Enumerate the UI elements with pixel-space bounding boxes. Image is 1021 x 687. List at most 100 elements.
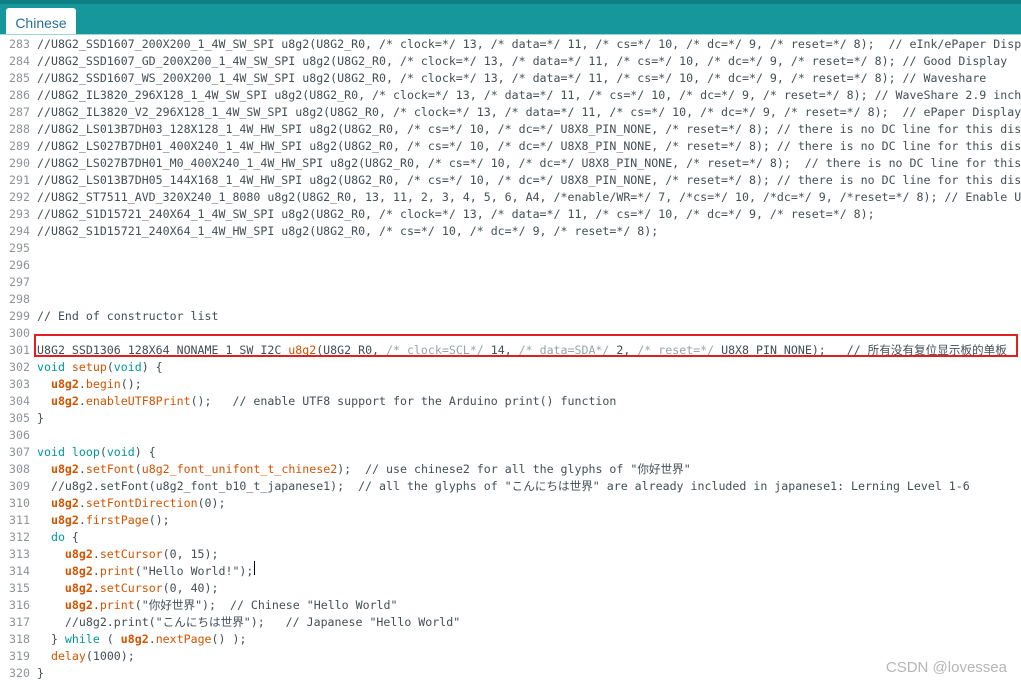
code-line[interactable]: 320} — [0, 665, 1021, 682]
code-token: begin — [85, 377, 121, 391]
code-token: . — [148, 632, 156, 646]
code-line[interactable]: 287 //U8G2_IL3820_V2_296X128_1_4W_SW_SPI … — [0, 104, 1021, 121]
code-line[interactable]: 295 — [0, 240, 1021, 257]
code-text: //U8G2_IL3820_296X128_1_4W_SW_SPI u8g2(U… — [37, 87, 1021, 104]
code-token: u8g2 — [50, 377, 79, 391]
code-token: . — [92, 547, 100, 561]
line-number: 299 — [9, 309, 30, 323]
code-line[interactable]: 319 delay(1000); — [0, 648, 1021, 665]
line-number: 315 — [9, 581, 30, 595]
code-token: u8g2 — [50, 496, 79, 510]
code-line[interactable]: 286 //U8G2_IL3820_296X128_1_4W_SW_SPI u8g… — [0, 87, 1021, 104]
code-line[interactable]: 285 //U8G2_SSD1607_WS_200X200_1_4W_SW_SPI… — [0, 70, 1021, 87]
code-token: ( — [106, 360, 114, 374]
code-line[interactable]: 297 — [0, 274, 1021, 291]
code-text: //U8G2_IL3820_V2_296X128_1_4W_SW_SPI u8g… — [37, 104, 1021, 121]
code-token: u8g2 — [64, 564, 93, 578]
code-line[interactable]: 303 u8g2.begin(); — [0, 376, 1021, 393]
line-number: 292 — [9, 190, 30, 204]
code-token: } — [37, 666, 44, 680]
code-token: nextPage — [155, 632, 212, 646]
line-number: 300 — [9, 326, 30, 340]
line-number: 286 — [9, 88, 30, 102]
code-line[interactable]: 289 //U8G2_LS027B7DH01_400X240_1_4W_HW_SP… — [0, 138, 1021, 155]
line-number: 318 — [9, 632, 30, 646]
code-text: //U8G2_LS013B7DH03_128X128_1_4W_HW_SPI u… — [37, 121, 1021, 138]
watermark: CSDN @lovessea — [885, 659, 1007, 676]
code-editor[interactable]: 283 //U8G2_SSD1607_200X200_1_4W_SW_SPI u8… — [0, 34, 1021, 687]
code-line[interactable]: 312 do { — [0, 529, 1021, 546]
line-number: 297 — [9, 275, 30, 289]
code-token: u8g2 — [50, 462, 79, 476]
code-token: u8g2 — [50, 394, 79, 408]
code-token: //U8G2_LS027B7DH01_400X240_1_4W_HW_SPI u… — [37, 139, 1021, 153]
code-line[interactable]: 316 u8g2.print("你好世界"); // Chinese "Hell… — [0, 597, 1021, 614]
code-line[interactable]: 314 u8g2.print("Hello World!"); — [0, 563, 1021, 580]
code-token: () ); — [211, 632, 247, 646]
code-line[interactable]: 288 //U8G2_LS013B7DH03_128X128_1_4W_HW_SP… — [0, 121, 1021, 138]
code-text: } while ( u8g2.nextPage() ); — [37, 631, 1021, 648]
code-text: //U8G2_LS027B7DH01_400X240_1_4W_HW_SPI u… — [37, 138, 1021, 155]
code-token: (); // enable UTF8 support for the Ardui… — [190, 394, 617, 408]
code-line[interactable]: 290 //U8G2_LS027B7DH01_M0_400X240_1_4W_HW… — [0, 155, 1021, 172]
code-token: . — [78, 513, 86, 527]
code-text: //U8G2_SSD1607_200X200_1_4W_SW_SPI u8g2(… — [37, 36, 1021, 53]
code-line[interactable]: 284 //U8G2_SSD1607_GD_200X200_1_4W_SW_SPI… — [0, 53, 1021, 70]
line-number: 288 — [9, 122, 30, 136]
code-text: void setup(void) { — [37, 359, 1021, 376]
code-text: do { — [37, 529, 1021, 546]
code-token: //U8G2_SSD1607_200X200_1_4W_SW_SPI u8g2(… — [37, 37, 1021, 51]
code-line[interactable]: 294 //U8G2_S1D15721_240X64_1_4W_HW_SPI u8… — [0, 223, 1021, 240]
code-token: u8g2 — [64, 598, 93, 612]
code-line[interactable]: 298 — [0, 291, 1021, 308]
code-line[interactable]: 317 //u8g2.print("こんにちは世界"); // Japanese… — [0, 614, 1021, 631]
code-line[interactable]: 313 u8g2.setCursor(0, 15); — [0, 546, 1021, 563]
code-line[interactable]: 292 //U8G2_ST7511_AVD_320X240_1_8080 u8g2… — [0, 189, 1021, 206]
code-token: setup — [71, 360, 107, 374]
toolbar-edge — [0, 0, 1021, 4]
code-line[interactable]: 306 — [0, 427, 1021, 444]
code-token: ); // use chinese2 for all the glyphs of… — [337, 462, 691, 476]
code-line[interactable]: 311 u8g2.firstPage(); — [0, 512, 1021, 529]
code-line[interactable]: 304 u8g2.enableUTF8Print(); // enable UT… — [0, 393, 1021, 410]
code-line[interactable]: 318 } while ( u8g2.nextPage() ); — [0, 631, 1021, 648]
code-line[interactable]: 310 u8g2.setFontDirection(0); — [0, 495, 1021, 512]
line-number: 316 — [9, 598, 30, 612]
code-line[interactable]: 315 u8g2.setCursor(0, 40); — [0, 580, 1021, 597]
code-token: // End of constructor list — [37, 309, 219, 323]
code-line[interactable]: 293 //U8G2_S1D15721_240X64_1_4W_SW_SPI u8… — [0, 206, 1021, 223]
code-text: //U8G2_SSD1607_WS_200X200_1_4W_SW_SPI u8… — [37, 70, 1021, 87]
code-line[interactable]: 296 — [0, 257, 1021, 274]
code-line[interactable]: 283 //U8G2_SSD1607_200X200_1_4W_SW_SPI u8… — [0, 36, 1021, 53]
code-token: } — [37, 411, 44, 425]
code-text: //U8G2_LS027B7DH01_M0_400X240_1_4W_HW_SP… — [37, 155, 1021, 172]
code-text: u8g2.setFontDirection(0); — [37, 495, 1021, 512]
tab-chinese[interactable]: Chinese — [6, 8, 76, 34]
code-token: //U8G2_S1D15721_240X64_1_4W_HW_SPI u8g2(… — [37, 224, 659, 238]
code-token: . — [78, 462, 86, 476]
code-line[interactable]: 299 // End of constructor list — [0, 308, 1021, 325]
line-number: 308 — [9, 462, 30, 476]
code-token: //U8G2_LS027B7DH01_M0_400X240_1_4W_HW_SP… — [37, 156, 1021, 170]
code-text: } — [37, 665, 1021, 682]
code-token: (0, 40); — [162, 581, 219, 595]
code-line[interactable]: 302 void setup(void) { — [0, 359, 1021, 376]
code-line[interactable]: 291 //U8G2_LS013B7DH05_144X168_1_4W_HW_SP… — [0, 172, 1021, 189]
code-line[interactable]: 308 u8g2.setFont(u8g2_font_unifont_t_chi… — [0, 461, 1021, 478]
code-line[interactable]: 309 //u8g2.setFont(u8g2_font_b10_t_japan… — [0, 478, 1021, 495]
line-number: 287 — [9, 105, 30, 119]
text-cursor — [254, 561, 255, 575]
code-text: //U8G2_LS013B7DH05_144X168_1_4W_HW_SPI u… — [37, 172, 1021, 189]
code-line[interactable]: 307 void loop(void) { — [0, 444, 1021, 461]
code-line[interactable]: 305} — [0, 410, 1021, 427]
code-token: void — [37, 360, 65, 374]
code-token: loop — [71, 445, 100, 459]
code-token: //u8g2.setFont(u8g2_font_b10_t_japanese1… — [37, 479, 970, 493]
code-token: . — [78, 377, 86, 391]
